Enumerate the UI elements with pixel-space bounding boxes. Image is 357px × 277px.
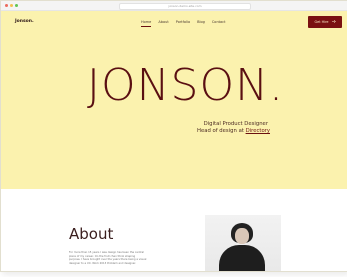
photo-face-shape <box>235 228 249 244</box>
browser-toolbar: jonson.demo.site.com <box>1 1 347 11</box>
photo-body-shape <box>219 245 265 271</box>
role-line-1: Digital Product Designer <box>203 121 268 127</box>
nav-item-about[interactable]: About <box>158 20 168 24</box>
minimize-window-icon[interactable] <box>10 4 13 7</box>
main-nav: Home About Portfolio Blog Contact <box>141 20 226 27</box>
site-logo[interactable]: Jonson. <box>15 19 34 24</box>
about-section: About For more than 15 years I was desig… <box>1 189 347 271</box>
address-bar[interactable]: jonson.demo.site.com <box>119 3 251 10</box>
nav-item-blog[interactable]: Blog <box>197 20 205 24</box>
about-text: For more than 15 years I was design has … <box>69 251 147 266</box>
hero-subtitle: Digital Product Designer Head of design … <box>197 121 270 135</box>
close-window-icon[interactable] <box>5 4 8 7</box>
profile-photo <box>205 215 281 271</box>
arrow-right-icon <box>331 19 336 24</box>
directory-link[interactable]: Directory <box>246 128 270 134</box>
browser-window: jonson.demo.site.com Jonson. Home About … <box>0 0 348 272</box>
about-heading: About <box>69 225 114 243</box>
hero-title: JONSON. <box>87 60 284 111</box>
get-hire-button[interactable]: Get Hire <box>308 16 342 28</box>
nav-item-portfolio[interactable]: Portfolio <box>176 20 190 24</box>
role-line-2: Head of design at Directory <box>197 128 270 135</box>
page-margin <box>347 0 357 277</box>
nav-item-contact[interactable]: Contact <box>212 20 226 24</box>
nav-item-home[interactable]: Home <box>141 20 152 27</box>
maximize-window-icon[interactable] <box>15 4 18 7</box>
get-hire-label: Get Hire <box>314 20 329 24</box>
role-line-2-prefix: Head of design at <box>196 128 244 134</box>
